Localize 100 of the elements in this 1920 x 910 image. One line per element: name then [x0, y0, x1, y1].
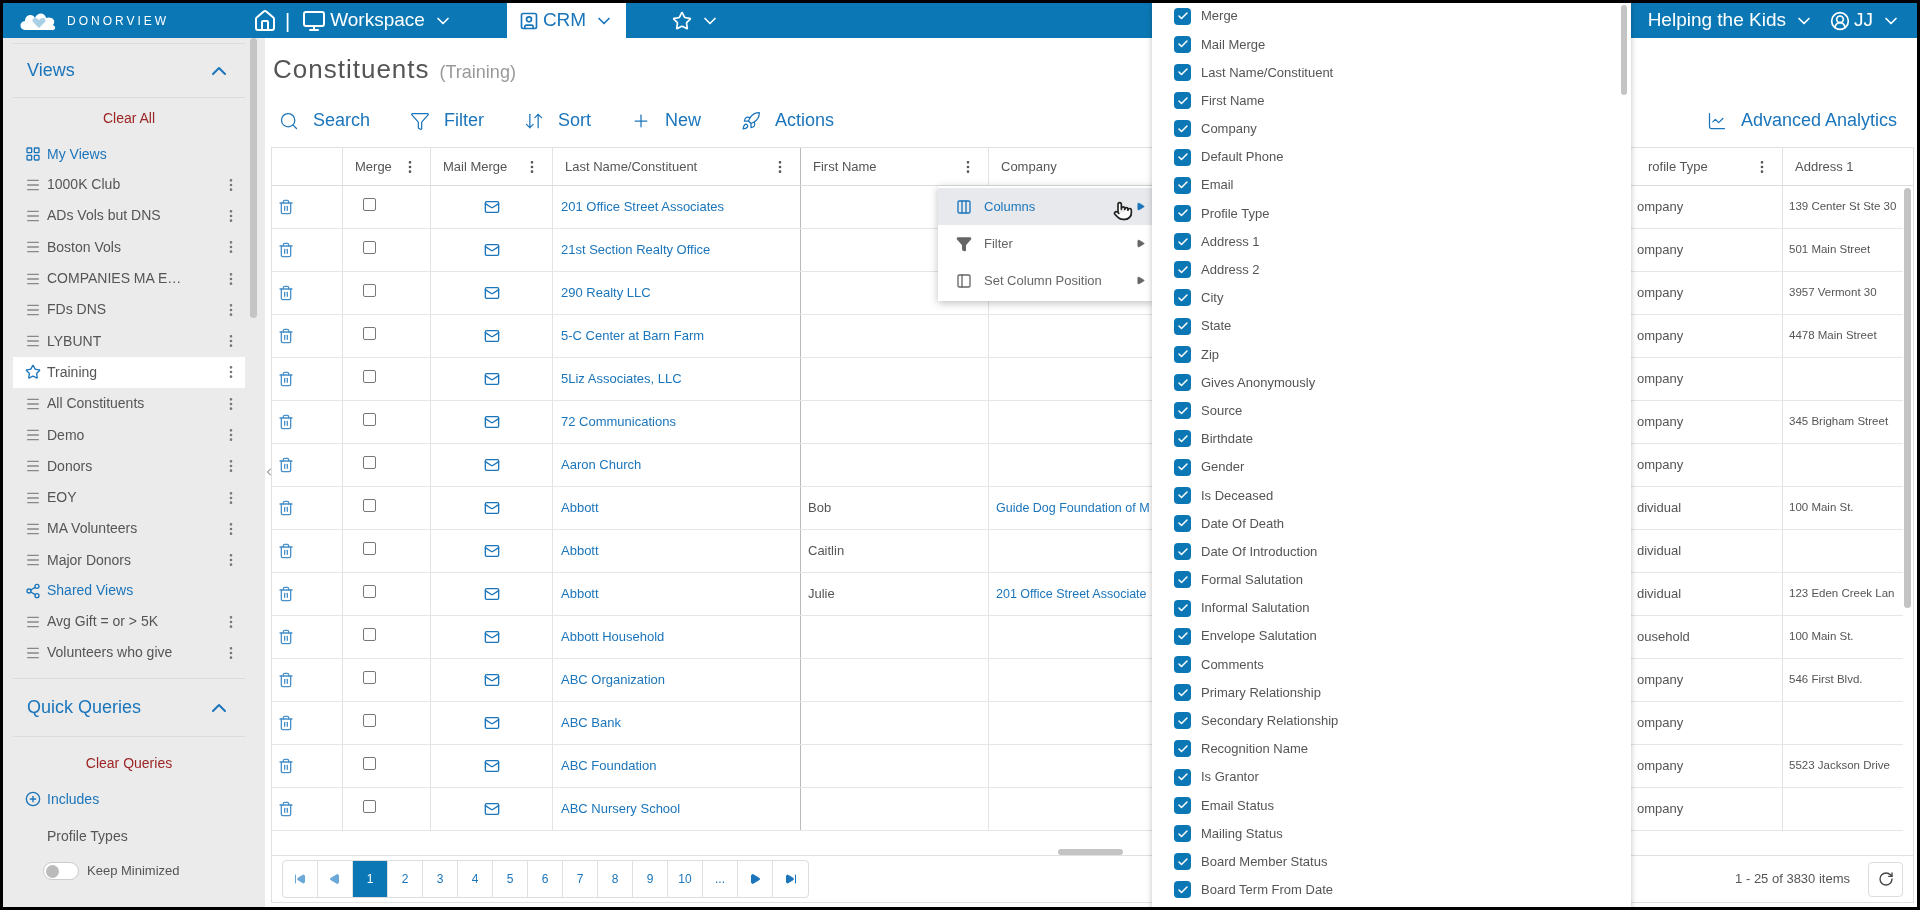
column-checkbox[interactable] — [1174, 853, 1191, 871]
toolbar-button[interactable]: Search — [279, 107, 371, 134]
column-checkbox[interactable] — [1174, 204, 1191, 222]
trash-icon[interactable] — [278, 543, 294, 559]
merge-checkbox[interactable] — [363, 800, 376, 813]
column-checkbox[interactable] — [1174, 655, 1191, 673]
view-item[interactable]: ADs Vols but DNS — [13, 200, 245, 232]
page-button[interactable]: 2 — [388, 861, 423, 897]
view-item[interactable]: Training — [13, 356, 245, 389]
merge-checkbox[interactable] — [363, 413, 376, 426]
column-checkbox[interactable] — [1174, 627, 1191, 645]
trash-icon[interactable] — [278, 586, 294, 602]
view-item[interactable]: Avg Gift = or > 5K — [13, 605, 245, 638]
merge-checkbox[interactable] — [363, 499, 376, 512]
column-checkbox[interactable] — [1174, 740, 1191, 758]
view-item[interactable]: Boston Vols — [13, 231, 245, 263]
constituent-link[interactable]: Abbott — [561, 541, 599, 561]
view-item[interactable]: LYBUNT — [13, 325, 245, 357]
merge-checkbox[interactable] — [363, 585, 376, 598]
constituent-link[interactable]: Abbott — [561, 498, 599, 518]
merge-checkbox[interactable] — [363, 198, 376, 211]
trash-icon[interactable] — [278, 672, 294, 688]
mail-icon[interactable] — [483, 715, 500, 731]
toggle-switch[interactable] — [43, 862, 79, 881]
page-button[interactable]: 3 — [423, 861, 458, 897]
scrollbar-thumb[interactable] — [1621, 5, 1627, 95]
page-button[interactable]: 10 — [668, 861, 703, 897]
mail-icon[interactable] — [483, 758, 500, 774]
merge-checkbox[interactable] — [363, 714, 376, 727]
clear-queries-link[interactable]: Clear Queries — [85, 753, 173, 775]
column-checkbox[interactable] — [1174, 317, 1191, 335]
scrollbar-thumb[interactable] — [1904, 188, 1911, 608]
column-checkbox[interactable] — [1174, 796, 1191, 814]
toolbar-button[interactable]: Filter — [410, 107, 485, 134]
column-checkbox[interactable] — [1174, 402, 1191, 420]
column-header[interactable]: Address 1 — [1782, 148, 1905, 185]
column-checkbox[interactable] — [1174, 430, 1191, 448]
column-checkbox[interactable] — [1174, 684, 1191, 702]
column-checkbox[interactable] — [1174, 599, 1191, 617]
trash-icon[interactable] — [278, 371, 294, 387]
column-checkbox[interactable] — [1174, 289, 1191, 307]
constituent-link[interactable]: Abbott — [561, 584, 599, 604]
scrollbar-thumb[interactable] — [1058, 849, 1123, 855]
home-icon[interactable] — [253, 8, 277, 33]
column-checkbox[interactable] — [1174, 458, 1191, 476]
mail-icon[interactable] — [483, 672, 500, 688]
view-item[interactable]: COMPANIES MA E… — [13, 262, 245, 295]
constituent-link[interactable]: ABC Foundation — [561, 756, 657, 776]
merge-checkbox[interactable] — [363, 284, 376, 297]
clear-all-link[interactable]: Clear All — [102, 108, 156, 129]
menu-item[interactable]: Set Column Position — [938, 262, 1155, 299]
company-link[interactable]: Guide Dog Foundation of M — [996, 498, 1150, 518]
organization-dropdown[interactable]: Helping the Kids — [1647, 6, 1814, 35]
merge-checkbox[interactable] — [363, 757, 376, 770]
view-item[interactable]: All Constituents — [13, 388, 245, 420]
section-heading[interactable]: My Views — [13, 139, 245, 169]
nav-tab[interactable]: Workspace — [298, 3, 457, 38]
column-checkbox[interactable] — [1174, 63, 1191, 81]
trash-icon[interactable] — [278, 715, 294, 731]
merge-checkbox[interactable] — [363, 241, 376, 254]
mail-icon[interactable] — [483, 242, 500, 258]
toolbar-button[interactable]: Sort — [524, 107, 592, 134]
trash-icon[interactable] — [278, 801, 294, 817]
constituent-link[interactable]: ABC Nursery School — [561, 799, 681, 819]
page-button[interactable]: ... — [703, 861, 738, 897]
toolbar-button[interactable]: New — [631, 107, 702, 134]
constituent-link[interactable]: 72 Communications — [561, 412, 676, 432]
mail-icon[interactable] — [483, 371, 500, 387]
page-button[interactable]: 5 — [493, 861, 528, 897]
trash-icon[interactable] — [278, 500, 294, 516]
company-link[interactable]: 201 Office Street Associate — [996, 584, 1147, 604]
column-checkbox[interactable] — [1174, 768, 1191, 786]
view-item[interactable]: Volunteers who give — [13, 637, 245, 669]
page-button[interactable]: 9 — [633, 861, 668, 897]
constituent-link[interactable]: 5Liz Associates, LLC — [561, 369, 682, 389]
view-item[interactable]: EOY — [13, 481, 245, 514]
view-item[interactable]: FDs DNS — [13, 294, 245, 326]
column-checkbox[interactable] — [1174, 543, 1191, 561]
toolbar-button[interactable]: Actions — [741, 107, 835, 134]
advanced-analytics-button[interactable]: Advanced Analytics — [1706, 107, 1897, 134]
view-item[interactable]: 1000K Club — [13, 169, 245, 201]
constituent-link[interactable]: ABC Bank — [561, 713, 621, 733]
column-checkbox[interactable] — [1174, 374, 1191, 392]
column-checkbox[interactable] — [1174, 261, 1191, 279]
mail-icon[interactable] — [483, 801, 500, 817]
view-item[interactable]: Demo — [13, 419, 245, 451]
column-checkbox[interactable] — [1174, 825, 1191, 843]
column-checkbox[interactable] — [1174, 712, 1191, 730]
constituent-link[interactable]: 290 Realty LLC — [561, 283, 651, 303]
trash-icon[interactable] — [278, 242, 294, 258]
mail-icon[interactable] — [483, 629, 500, 645]
refresh-button[interactable] — [1868, 861, 1903, 897]
trash-icon[interactable] — [278, 328, 294, 344]
includes-link[interactable]: Includes — [13, 784, 245, 815]
page-button[interactable]: 4 — [458, 861, 493, 897]
constituent-link[interactable]: Abbott Household — [561, 627, 665, 647]
view-item[interactable]: MA Volunteers — [13, 513, 245, 545]
menu-item[interactable]: Filter — [938, 225, 1155, 262]
constituent-link[interactable]: Aaron Church — [561, 455, 642, 475]
user-menu[interactable]: JJ — [1830, 6, 1901, 35]
